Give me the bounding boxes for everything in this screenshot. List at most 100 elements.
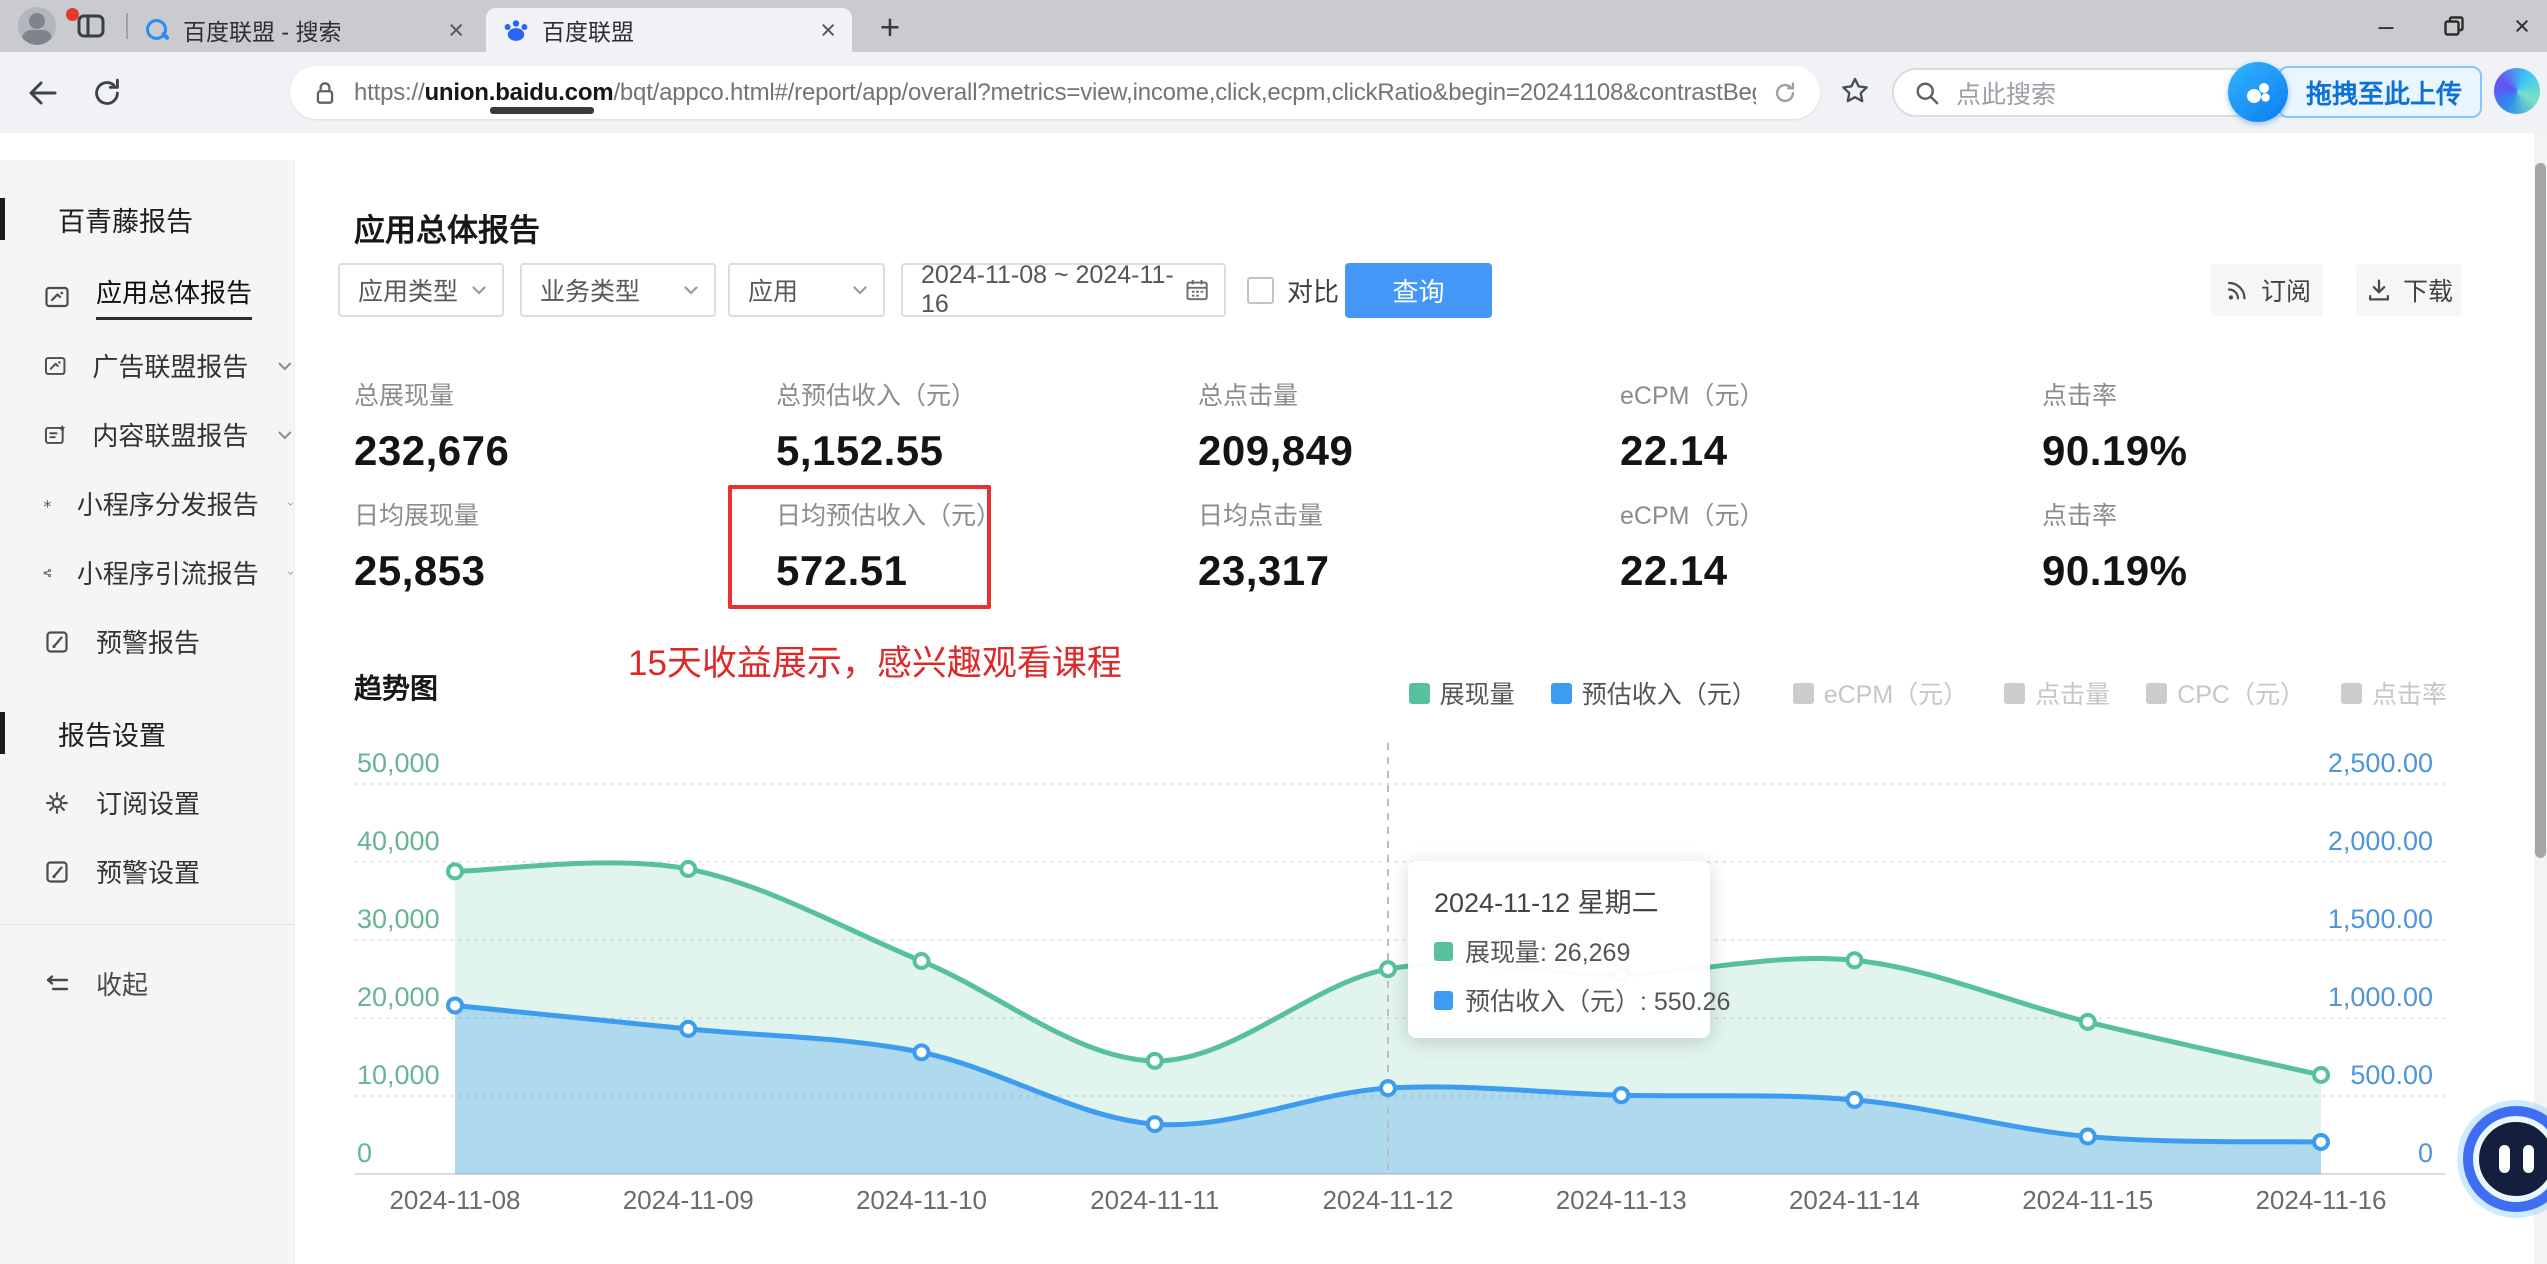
- tooltip-date: 2024-11-12 星期二: [1434, 888, 1659, 918]
- data-point-预估收入（元）-2024-11-14[interactable]: [1845, 1090, 1864, 1109]
- svg-text:1,500.00: 1,500.00: [2328, 904, 2433, 934]
- legend-label: CPC（元）: [2177, 681, 2305, 709]
- netdisk-logo-icon: [2228, 62, 2288, 122]
- tooltip-row: 展现量: 26,269: [1434, 933, 1684, 969]
- data-point-预估收入（元）-2024-11-09[interactable]: [679, 1019, 698, 1038]
- restore-button[interactable]: [2441, 13, 2467, 39]
- page-refresh-icon[interactable]: [1770, 78, 1800, 108]
- svg-text:2024-11-16: 2024-11-16: [2255, 1185, 2386, 1215]
- sidebar-item-1[interactable]: 广告联盟报告: [0, 331, 294, 400]
- tab-close-icon[interactable]: ×: [820, 16, 836, 44]
- back-button[interactable]: [22, 72, 64, 114]
- stat-value: 232,676: [354, 427, 510, 474]
- legend-item-inactive[interactable]: 点击量: [2004, 675, 2110, 711]
- stat-value: 5,152.55: [776, 427, 944, 474]
- legend-swatch: [1408, 682, 1430, 704]
- sidebar-item-3[interactable]: 小程序分发报告: [0, 469, 294, 538]
- legend-item-active[interactable]: 预估收入（元）: [1550, 675, 1757, 711]
- data-point-预估收入（元）-2024-11-16[interactable]: [2312, 1133, 2330, 1152]
- data-point-展现量-2024-11-10[interactable]: [912, 952, 931, 971]
- url-text: https://union.baidu.com/bqt/appco.html#/…: [354, 78, 1756, 106]
- stat-value: 22.14: [1620, 547, 1728, 594]
- tab-close-icon[interactable]: ×: [448, 16, 464, 44]
- sidebar-setting-1[interactable]: 预警设置: [0, 837, 294, 906]
- data-point-预估收入（元）-2024-11-10[interactable]: [912, 1043, 931, 1062]
- compare-checkbox[interactable]: [1247, 276, 1274, 304]
- chart-legend: 展现量 预估收入（元） eCPM（元） 点击量 CPC（元） 点击率: [1408, 675, 2447, 711]
- stat-card-0: 总展现量 232,676: [354, 376, 776, 475]
- sidebar-collapse-button[interactable]: 收起: [0, 949, 294, 1018]
- chevron-down-icon: [278, 362, 292, 370]
- legend-item-active[interactable]: 展现量: [1408, 675, 1515, 711]
- search-favicon: [144, 17, 171, 44]
- date-range-value: 2024-11-08 ~ 2024-11-16: [921, 261, 1174, 318]
- refresh-button[interactable]: [86, 72, 128, 114]
- data-point-展现量-2024-11-11[interactable]: [1145, 1051, 1164, 1070]
- data-point-展现量-2024-11-08[interactable]: [446, 862, 464, 881]
- tab-title: 百度联盟 - 搜索: [183, 19, 342, 45]
- biz-type-select[interactable]: 业务类型: [520, 263, 716, 317]
- tab-baidu-union[interactable]: 百度联盟 ×: [486, 8, 852, 52]
- data-point-预估收入（元）-2024-11-15[interactable]: [2078, 1127, 2097, 1146]
- sidebar-setting-0[interactable]: 订阅设置: [0, 768, 294, 837]
- tab-baidu-search[interactable]: 百度联盟 - 搜索 ×: [128, 8, 480, 52]
- legend-item-inactive[interactable]: CPC（元）: [2146, 675, 2305, 711]
- sidebar-item-4[interactable]: 小程序引流报告: [0, 538, 294, 607]
- trend-chart-title: 趋势图: [354, 673, 439, 704]
- stat-card-1: 总预估收入（元） 5,152.55: [776, 376, 1198, 475]
- calendar-icon: [1186, 279, 1208, 301]
- tab-title: 百度联盟: [542, 19, 634, 45]
- app-select[interactable]: 应用: [728, 263, 885, 317]
- chevron-down-icon: [278, 431, 292, 439]
- download-label: 下载: [2402, 278, 2453, 306]
- stat-label: 总展现量: [354, 382, 455, 410]
- baidu-paw-favicon: [504, 20, 528, 41]
- netdisk-upload-button[interactable]: 拖拽至此上传: [2228, 62, 2483, 122]
- sidebar-item-label: 内容联盟报告: [92, 421, 249, 451]
- new-tab-button[interactable]: +: [868, 8, 912, 48]
- titlebar-left-group: [18, 6, 128, 46]
- minimize-button[interactable]: –: [2373, 11, 2399, 41]
- sidebar-item-5[interactable]: 预警报告: [0, 607, 294, 676]
- stat-value: 22.14: [1620, 427, 1728, 474]
- legend-swatch: [1550, 682, 1572, 704]
- svg-text:10,000: 10,000: [357, 1060, 440, 1090]
- sidebar-menu: 应用总体报告广告联盟报告内容联盟报告小程序分发报告 小程序引流报告 预警报告: [0, 262, 294, 676]
- query-button[interactable]: 查询: [1345, 263, 1492, 318]
- download-button[interactable]: 下载: [2356, 264, 2462, 316]
- legend-item-inactive[interactable]: eCPM（元）: [1792, 675, 1968, 711]
- svg-text:20,000: 20,000: [357, 982, 440, 1012]
- data-point-预估收入（元）-2024-11-08[interactable]: [446, 996, 464, 1015]
- scrollbar-thumb[interactable]: [2535, 163, 2546, 858]
- legend-label: 预估收入（元）: [1581, 681, 1757, 709]
- data-point-预估收入（元）-2024-11-12[interactable]: [1379, 1079, 1397, 1098]
- subscribe-label: 订阅: [2260, 278, 2311, 306]
- sidebar-item-0[interactable]: 应用总体报告: [0, 262, 294, 331]
- svg-text:30,000: 30,000: [357, 904, 440, 934]
- legend-swatch: [2146, 682, 2168, 704]
- data-point-展现量-2024-11-09[interactable]: [679, 860, 698, 879]
- assistant-robot-button[interactable]: [2463, 1106, 2547, 1212]
- tooltip-row: 预估收入（元）: 550.26: [1434, 982, 1730, 1018]
- sidebar-item-2[interactable]: 内容联盟报告: [0, 400, 294, 469]
- legend-swatch: [2340, 682, 2362, 704]
- window-controls: – ×: [2373, 0, 2539, 52]
- subscribe-button[interactable]: 订阅: [2211, 264, 2323, 316]
- profile-avatar[interactable]: [18, 7, 56, 45]
- sidebar-item-label: 应用总体报告: [96, 273, 253, 320]
- date-range-picker[interactable]: 2024-11-08 ~ 2024-11-16: [901, 261, 1226, 318]
- data-point-展现量-2024-11-16[interactable]: [2312, 1065, 2330, 1084]
- workspaces-icon[interactable]: [74, 9, 108, 43]
- copilot-icon[interactable]: [2494, 68, 2540, 114]
- favorite-star-icon[interactable]: [1838, 74, 1872, 113]
- progress-indicator: [490, 107, 594, 114]
- close-window-button[interactable]: ×: [2509, 11, 2535, 41]
- data-point-预估收入（元）-2024-11-11[interactable]: [1145, 1115, 1164, 1134]
- stat-label: eCPM（元）: [1620, 502, 1765, 530]
- data-point-预估收入（元）-2024-11-13[interactable]: [1612, 1086, 1631, 1105]
- data-point-展现量-2024-11-15[interactable]: [2078, 1012, 2097, 1031]
- app-type-select[interactable]: 应用类型: [338, 263, 504, 317]
- legend-item-inactive[interactable]: 点击率: [2340, 675, 2447, 711]
- data-point-展现量-2024-11-12[interactable]: [1379, 960, 1397, 979]
- data-point-展现量-2024-11-14[interactable]: [1845, 951, 1864, 970]
